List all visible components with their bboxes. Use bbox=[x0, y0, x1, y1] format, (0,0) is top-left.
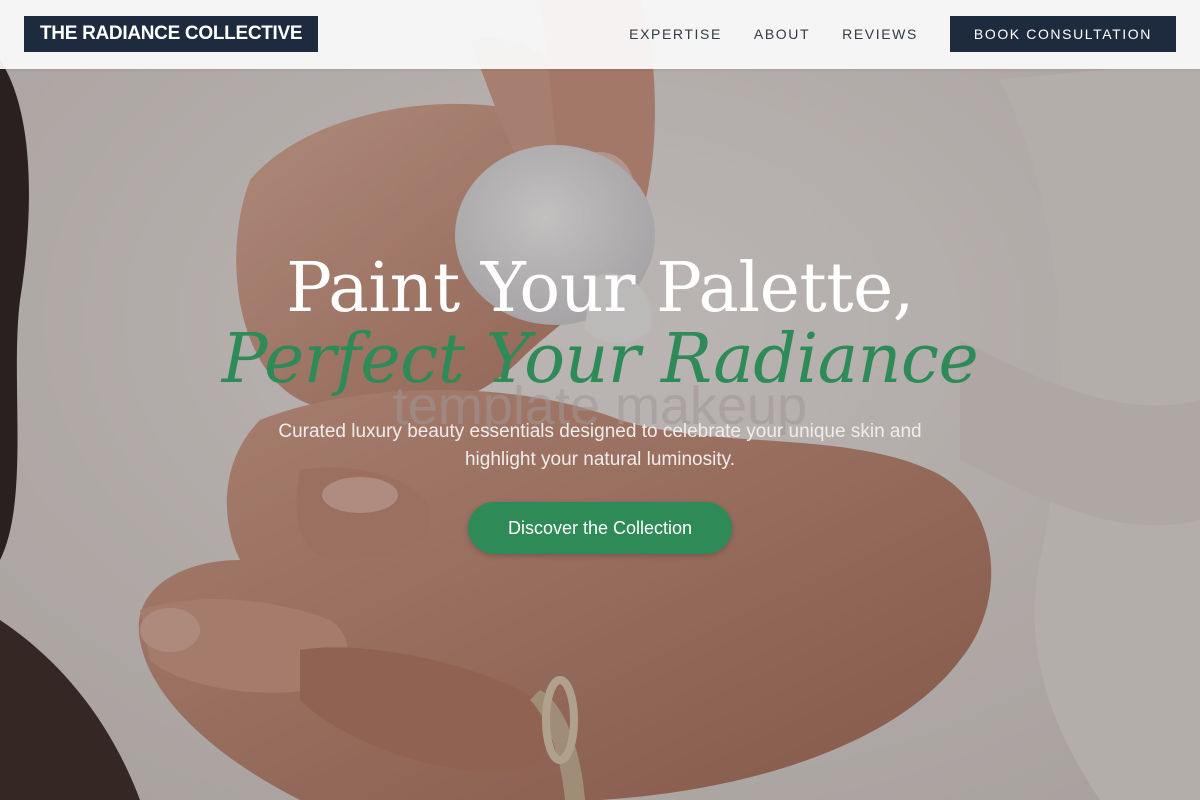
main-nav: EXPERTISE ABOUT REVIEWS BOOK CONSULTATIO… bbox=[629, 16, 1176, 52]
landing-page: THE RADIANCE COLLECTIVE EXPERTISE ABOUT … bbox=[0, 0, 1200, 800]
hero-title: Paint Your Palette, Perfect Your Radianc… bbox=[0, 249, 1200, 399]
hero-subtitle: Curated luxury beauty essentials designe… bbox=[278, 421, 922, 470]
site-header: THE RADIANCE COLLECTIVE EXPERTISE ABOUT … bbox=[0, 0, 1200, 69]
brand-logo[interactable]: THE RADIANCE COLLECTIVE bbox=[24, 16, 319, 52]
hero-section: Paint Your Palette, Perfect Your Radianc… bbox=[0, 250, 1200, 554]
hero-title-line-1: Paint Your Palette, bbox=[286, 249, 914, 328]
book-consultation-button[interactable]: BOOK CONSULTATION bbox=[949, 16, 1176, 52]
hero-title-line-2: Perfect Your Radiance bbox=[221, 320, 979, 399]
nav-link-reviews[interactable]: REVIEWS bbox=[842, 26, 918, 42]
nav-link-about[interactable]: ABOUT bbox=[754, 26, 810, 42]
discover-collection-button[interactable]: Discover the Collection bbox=[467, 502, 733, 554]
nav-link-expertise[interactable]: EXPERTISE bbox=[629, 26, 722, 42]
